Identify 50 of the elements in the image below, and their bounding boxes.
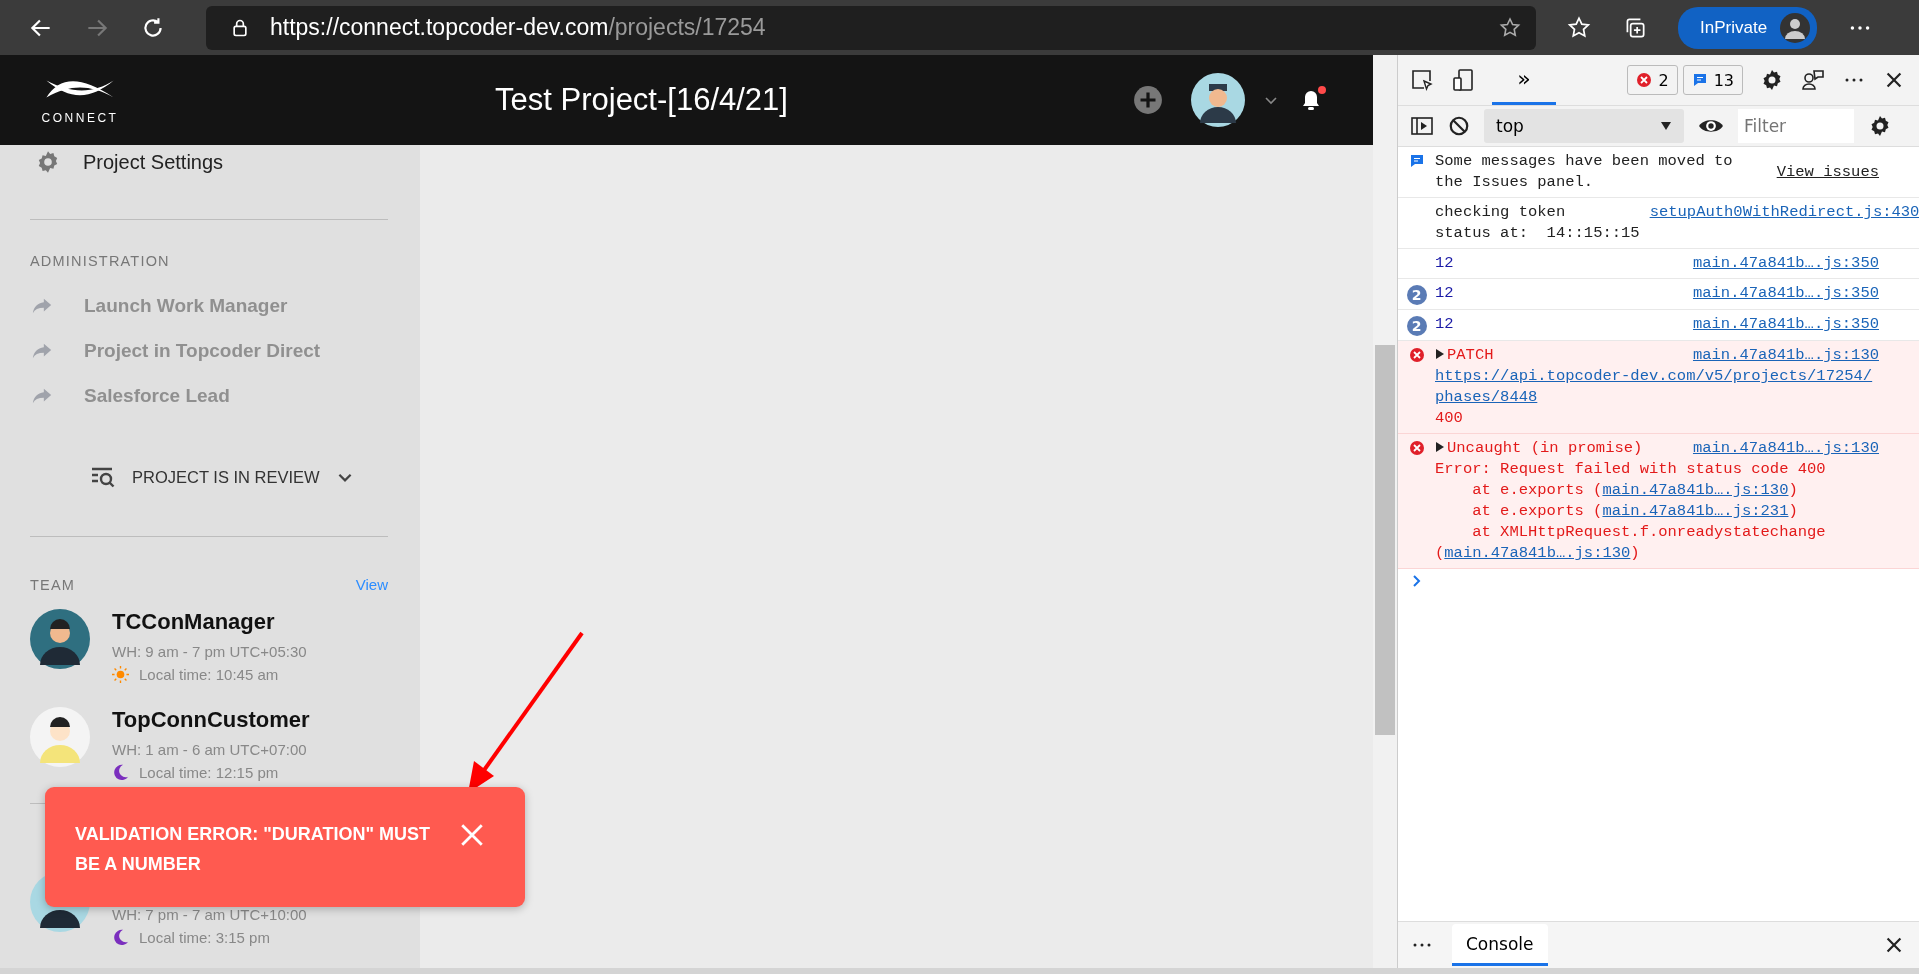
working-hours: WH: 9 am - 7 pm UTC+05:30 [112, 643, 307, 660]
source-link[interactable]: main.47a841b….js:130 [1444, 544, 1631, 562]
member-name: TCConManager [112, 609, 276, 636]
source-link[interactable]: main.47a841b….js:130 [1602, 481, 1789, 499]
error-label: PATCH [1447, 346, 1494, 364]
source-link[interactable]: setupAuth0WithRedirect.js:430 [1649, 202, 1919, 223]
console-message: checking token [1435, 202, 1567, 223]
section-heading: ADMINISTRATION [30, 253, 171, 269]
url-host: https://connect.topcoder-dev.com [270, 14, 609, 41]
stack-line: at e.exports (main.47a841b….js:130) [1471, 480, 1799, 501]
local-time: Local time: 3:15 pm [139, 929, 270, 946]
working-hours: WH: 7 pm - 7 am UTC+10:00 [112, 906, 307, 923]
context-select[interactable]: top [1484, 109, 1684, 143]
address-bar[interactable]: https://connect.topcoder-dev.com/projects/17254 [206, 5, 1536, 50]
source-link[interactable]: main.47a841b….js:130 [1692, 438, 1879, 459]
source-link[interactable]: main.47a841b….js:231 [1602, 502, 1789, 520]
error-message: Error: Request failed with status code 400 [1435, 459, 1827, 480]
stack-line: at e.exports (main.47a841b….js:231) [1471, 501, 1799, 522]
section-heading: TEAM [30, 576, 76, 593]
local-time: Local time: 12:15 pm [139, 764, 279, 781]
request-url-link[interactable]: https://api.topcoder-dev.com/v5/projects/17254/phases/8448 [1435, 366, 1879, 408]
source-link[interactable]: main.47a841b….js:350 [1692, 314, 1879, 335]
repeat-count: 2 [1406, 285, 1427, 305]
console-value: 12 [1435, 315, 1454, 333]
inprivate-button[interactable]: InPrivate [1678, 6, 1818, 49]
console-value: 12 [1435, 254, 1454, 272]
error-message: 400 [1435, 408, 1464, 429]
source-link[interactable]: main.47a841b….js:350 [1692, 253, 1879, 274]
logo-text: CONNECT [41, 111, 119, 125]
message-count-badge[interactable]: 13 [1682, 65, 1743, 95]
toast-message: VALIDATION ERROR: "DURATION" MUST BE A NUMBER [75, 823, 432, 876]
member-name: TopConnCustomer [112, 707, 310, 734]
filter-field[interactable]: Filter [1738, 109, 1854, 143]
local-time: Local time: 10:45 am [139, 666, 279, 683]
stack-line: at XMLHttpRequest.f.onreadystatechange (main.47a841b….js:130) [1435, 522, 1827, 564]
console-value: 12 [1435, 284, 1454, 302]
console-message: status at: 14::15::15 [1435, 223, 1640, 244]
project-settings-link[interactable]: Project Settings [83, 150, 224, 174]
source-link[interactable]: main.47a841b….js:130 [1692, 345, 1879, 366]
project-title: Test Project-[16/4/21] [494, 82, 789, 118]
view-issues-link[interactable]: View issues [1776, 161, 1879, 183]
repeat-count: 2 [1406, 316, 1427, 336]
console-message: Some messages have been moved to the Issues panel. [1435, 151, 1734, 193]
error-label: Uncaught (in promise) [1447, 439, 1643, 457]
url-path: /projects/17254 [608, 14, 766, 41]
working-hours: WH: 1 am - 6 am UTC+07:00 [112, 741, 308, 758]
error-count-badge[interactable]: 2 [1627, 65, 1678, 95]
project-status-dropdown[interactable]: PROJECT IS IN REVIEW [132, 467, 320, 487]
source-link[interactable]: main.47a841b….js:350 [1692, 283, 1879, 304]
console-tab[interactable]: Console [1452, 924, 1548, 966]
